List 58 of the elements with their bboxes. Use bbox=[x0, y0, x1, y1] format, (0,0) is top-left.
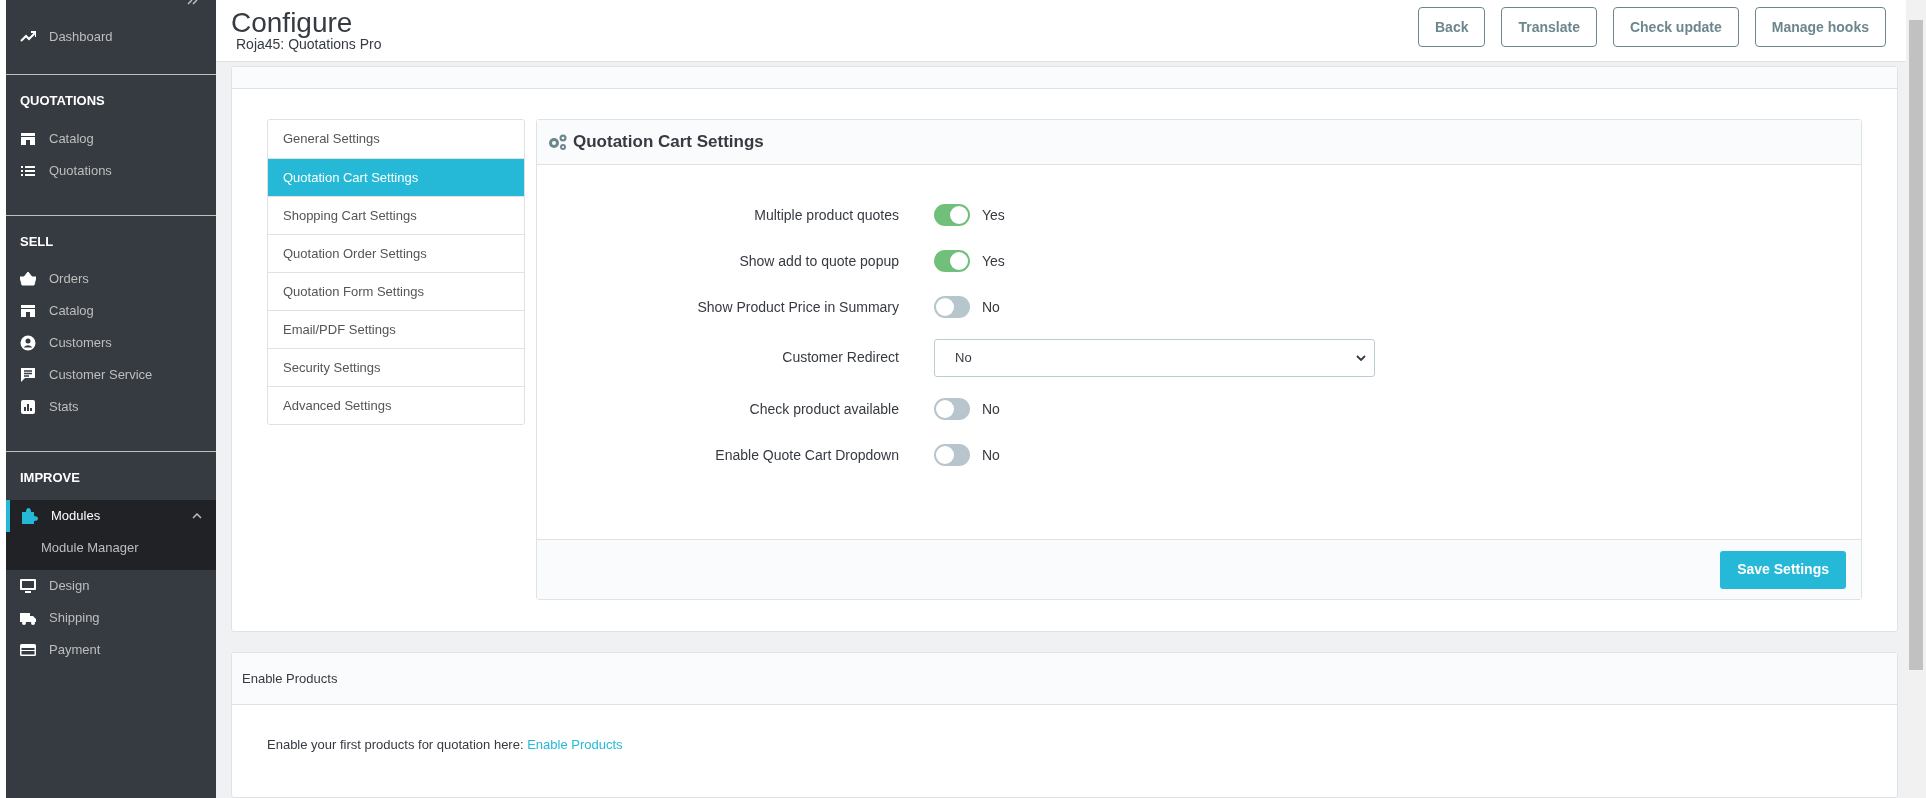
header-button[interactable]: Manage hooks bbox=[1754, 7, 1886, 47]
basket-icon bbox=[20, 271, 36, 287]
section-heading: QUOTATIONS bbox=[19, 92, 106, 110]
storefront-icon bbox=[20, 130, 36, 147]
chevron-down-icon bbox=[1356, 355, 1366, 361]
sidebar-item[interactable]: Shipping bbox=[6, 601, 216, 634]
field-label: Enable Quote Cart Dropdown bbox=[714, 445, 899, 465]
sidebar-item[interactable]: Customer Service bbox=[6, 359, 216, 391]
settings-tab[interactable]: Security Settings bbox=[268, 348, 524, 386]
toggle-switch[interactable] bbox=[934, 204, 970, 226]
field-label: Show Product Price in Summary bbox=[696, 297, 899, 317]
field-label: Show add to quote popup bbox=[738, 251, 899, 271]
user-circle-icon bbox=[20, 335, 36, 351]
toggle-switch[interactable] bbox=[934, 296, 970, 318]
sidebar-item[interactable]: Quotations bbox=[6, 154, 216, 187]
field-label: Multiple product quotes bbox=[753, 205, 899, 225]
switch-value: No bbox=[982, 445, 1000, 465]
switch-value: No bbox=[982, 297, 1000, 317]
settings-tab[interactable]: Advanced Settings bbox=[268, 386, 524, 424]
section-heading: SELL bbox=[19, 232, 55, 251]
sidebar-item[interactable]: Orders bbox=[6, 263, 216, 295]
sidebar-item[interactable]: Stats bbox=[6, 391, 216, 423]
sidebar-item[interactable]: Design bbox=[6, 569, 216, 602]
credit-card-icon bbox=[20, 641, 36, 658]
storefront-icon bbox=[20, 303, 36, 319]
toggle-switch[interactable] bbox=[934, 444, 970, 466]
sidebar-item[interactable]: Dashboard bbox=[6, 27, 216, 47]
switch-value: Yes bbox=[982, 251, 1005, 271]
settings-tab[interactable]: Email/PDF Settings bbox=[268, 310, 524, 348]
settings-tab[interactable]: Quotation Form Settings bbox=[268, 272, 524, 310]
chat-icon bbox=[20, 367, 36, 383]
field-label: Customer Redirect bbox=[781, 348, 899, 367]
settings-tab[interactable]: Quotation Order Settings bbox=[268, 234, 524, 272]
bar-chart-icon bbox=[20, 399, 36, 415]
puzzle-piece-icon bbox=[20, 507, 38, 524]
switch-value: No bbox=[982, 399, 1000, 419]
select-dropdown[interactable]: No bbox=[934, 339, 1375, 377]
header-button[interactable]: Translate bbox=[1501, 7, 1597, 47]
toggle-switch[interactable] bbox=[934, 250, 970, 272]
sidebar-item[interactable]: Modules bbox=[6, 499, 216, 532]
sidebar-item[interactable]: Payment bbox=[6, 633, 216, 666]
panel-title: Quotation Cart Settings bbox=[573, 131, 764, 154]
field-label: Check product available bbox=[748, 399, 899, 419]
sidebar-item[interactable]: Catalog bbox=[6, 122, 216, 155]
header-button[interactable]: Back bbox=[1418, 7, 1486, 47]
switch-value: Yes bbox=[982, 205, 1005, 225]
sidebar-item[interactable]: Catalog bbox=[6, 295, 216, 327]
toggle-switch[interactable] bbox=[934, 398, 970, 420]
settings-tab[interactable]: Shopping Cart Settings bbox=[268, 196, 524, 234]
section-heading: IMPROVE bbox=[19, 469, 81, 487]
enable-products-text: Enable your first products for quotation here: Enable Products bbox=[266, 736, 624, 754]
monitor-icon bbox=[20, 577, 36, 594]
gears-icon bbox=[547, 133, 569, 151]
sidebar-item[interactable]: Customers bbox=[6, 327, 216, 359]
settings-tab[interactable]: General Settings bbox=[268, 120, 524, 158]
header-button[interactable]: Check update bbox=[1612, 7, 1739, 47]
page-title: Configure bbox=[231, 8, 354, 38]
card-title: Enable Products bbox=[242, 669, 338, 688]
